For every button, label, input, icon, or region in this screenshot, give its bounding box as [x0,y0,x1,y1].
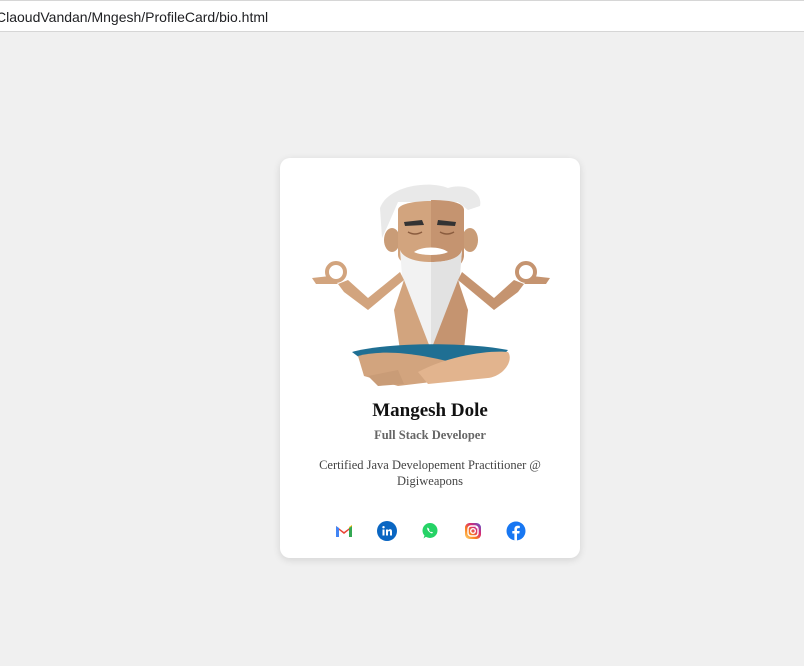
profile-role: Full Stack Developer [374,428,486,442]
profile-name: Mangesh Dole [372,400,488,421]
linkedin-icon[interactable] [377,521,397,541]
social-links [280,521,580,541]
instagram-icon[interactable] [463,521,483,541]
address-url[interactable]: ClaoudVandan/Mngesh/ProfileCard/bio.html [0,9,268,25]
profile-card: Mangesh Dole Full Stack Developer Certif… [280,158,580,558]
avatar [312,184,550,386]
whatsapp-icon[interactable] [420,521,440,541]
address-bar[interactable]: ClaoudVandan/Mngesh/ProfileCard/bio.html [0,0,804,32]
facebook-icon[interactable] [506,521,526,541]
gmail-icon[interactable] [334,521,354,541]
profile-bio: Certified Java Developement Practitioner… [319,458,541,488]
